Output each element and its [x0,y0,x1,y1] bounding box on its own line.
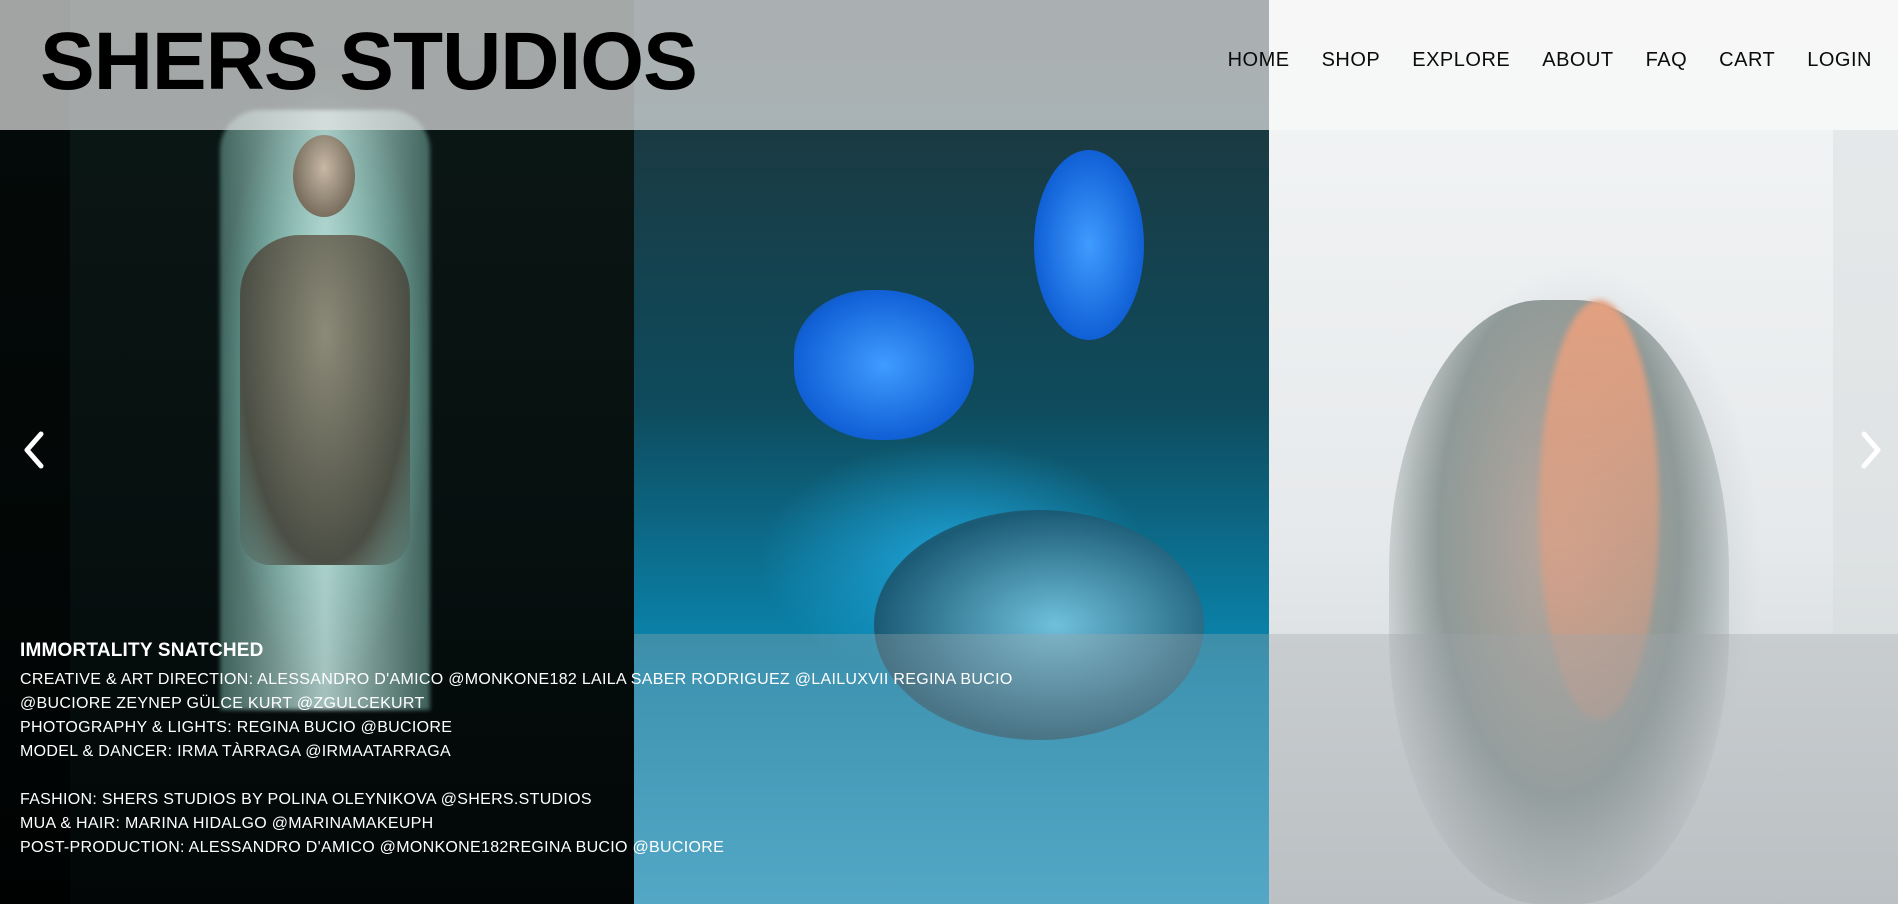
nav-shop[interactable]: SHOP [1322,48,1381,72]
chevron-right-icon [1861,431,1881,469]
caption-credit-line: PHOTOGRAPHY & LIGHTS: REGINA BUCIO @BUCI… [20,719,453,736]
blue-glove [1034,150,1144,340]
nav-cart[interactable]: CART [1719,48,1775,72]
caption-credit-line: CREATIVE & ART DIRECTION: ALESSANDRO D'A… [20,671,1013,688]
chevron-left-icon [24,431,44,469]
caption-credit-line: POST-PRODUCTION: ALESSANDRO D'AMICO @MON… [20,839,725,856]
blue-glove [794,290,974,440]
caption-credit-line: @BUCIORE ZEYNEP GÜLCE KURT @ZGULCEKURT [20,695,425,712]
site-logo-title[interactable]: SHERS STUDIOS [40,12,698,112]
dancer-hair [1539,300,1659,720]
nav-about[interactable]: ABOUT [1542,48,1613,72]
slide-caption: IMMORTALITY SNATCHED CREATIVE & ART DIRE… [20,640,1013,860]
hero-image-right [1269,0,1898,904]
slider-prev-button[interactable] [14,430,54,470]
nav-explore[interactable]: EXPLORE [1412,48,1510,72]
caption-credit-line: MODEL & DANCER: IRMA TÀRRAGA @IRMAATARRA… [20,743,451,760]
nav-faq[interactable]: FAQ [1646,48,1688,72]
nav-login[interactable]: LOGIN [1807,48,1872,72]
slider-next-button[interactable] [1851,430,1891,470]
caption-title: IMMORTALITY SNATCHED [20,640,264,661]
caption-credit-line: MUA & HAIR: MARINA HIDALGO @MARINAMAKEUP… [20,815,434,832]
main-navigation: HOME SHOP EXPLORE ABOUT FAQ CART LOGIN [1196,48,1872,72]
model-figure [240,235,410,565]
caption-credit-line: FASHION: SHERS STUDIOS BY POLINA OLEYNIK… [20,791,592,808]
nav-home[interactable]: HOME [1228,48,1290,72]
model-head [293,135,355,217]
